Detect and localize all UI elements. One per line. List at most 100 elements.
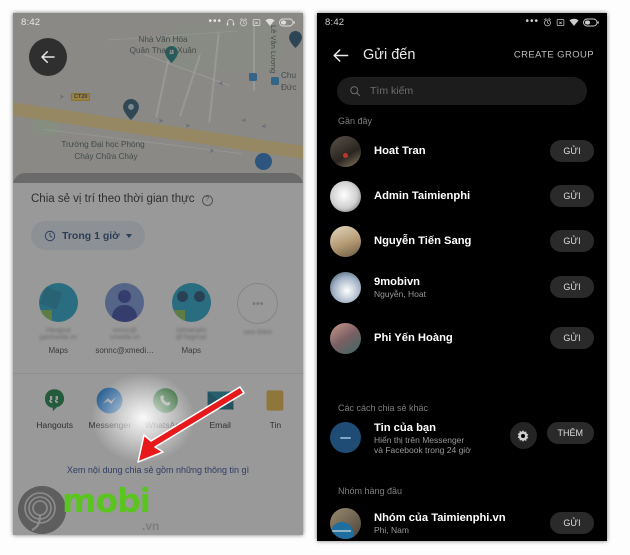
map-label: Lê Văn Lương xyxy=(269,25,278,74)
wifi-icon xyxy=(265,18,275,26)
back-arrow-icon xyxy=(332,48,348,62)
section-label-recent: Gần đây xyxy=(338,116,373,126)
share-target-name: Maps xyxy=(181,346,202,355)
share-app-email[interactable]: Email xyxy=(193,378,248,448)
send-button[interactable]: GỬI xyxy=(550,140,594,162)
poi-marker[interactable] xyxy=(271,77,279,85)
map-pin-icon[interactable] xyxy=(289,31,302,48)
map-label: Trường Đại học Phòng xyxy=(61,140,145,149)
contact-row[interactable]: Phi Yến Hoàng GỬI xyxy=(317,318,607,358)
contact-name: 9mobivn xyxy=(374,275,421,288)
map-label: Quận Thanh Xuân xyxy=(129,46,197,55)
duration-chip[interactable]: Trong 1 giờ xyxy=(31,221,145,250)
page-title: Gửi đến xyxy=(363,47,416,63)
avatar-hoat-tran xyxy=(330,135,361,167)
avatar-group-taimienphi xyxy=(330,507,361,539)
search-input[interactable]: Tìm kiếm xyxy=(337,77,587,105)
share-target-sub: taimienphi @Taigmail xyxy=(176,327,207,341)
section-label-top-groups: Nhóm hàng đầu xyxy=(338,486,403,496)
more-dots-icon: ••• xyxy=(237,283,279,324)
add-story-button[interactable]: THÊM xyxy=(546,422,594,444)
screenshot-icon xyxy=(556,18,565,26)
story-row[interactable]: Tin của bạn Hiển thị trên Messenger và F… xyxy=(317,418,607,466)
contact-name: Nguyễn Tiến Sang xyxy=(374,235,472,247)
map-back-button[interactable] xyxy=(29,38,67,76)
status-time: 8:42 xyxy=(325,16,345,28)
sheet-divider xyxy=(13,373,303,374)
send-button[interactable]: GỬI xyxy=(550,185,594,207)
left-status-bar: 8:42 ••• xyxy=(13,13,303,31)
share-target[interactable]: sonnc@ xmedia.vn sonnc@xmedi… xyxy=(92,283,159,368)
share-app-label: Tin xyxy=(269,420,282,430)
headset-icon xyxy=(226,18,235,25)
share-target[interactable]: Hangout ganmedia.vn Maps xyxy=(25,283,92,368)
right-phone-screen: 8:42 ••• Gửi đến CREATE GROUP Tìm kiếm G… xyxy=(317,13,607,541)
contact-name: Hoat Tran xyxy=(374,145,426,157)
contact-row[interactable]: Admin Taimienphi GỬI xyxy=(317,176,607,216)
share-app-messages[interactable]: Tin xyxy=(248,378,303,448)
screenshot-icon xyxy=(252,18,261,26)
send-button[interactable]: GỬI xyxy=(550,276,594,298)
search-icon xyxy=(350,86,360,96)
contact-subtitle: Nguyễn, Hoat xyxy=(374,288,426,299)
maps-group-icon xyxy=(171,283,211,322)
send-button[interactable]: GỬI xyxy=(550,327,594,349)
share-target[interactable]: taimienphi @Taigmail Maps xyxy=(158,283,225,368)
alarm-icon xyxy=(544,17,551,26)
help-icon[interactable]: ? xyxy=(201,195,213,206)
hangouts-icon xyxy=(45,389,65,412)
send-button[interactable]: GỬI xyxy=(550,230,594,252)
watermark-suffix: .vn xyxy=(142,519,160,533)
person-contact-icon xyxy=(105,283,145,322)
email-icon xyxy=(206,391,234,410)
map-label: Nhà Văn Hóa xyxy=(138,35,188,44)
right-status-bar: 8:42 ••• xyxy=(317,13,607,31)
share-target-name: Maps xyxy=(48,346,69,355)
battery-icon xyxy=(279,18,295,26)
share-target-sub: sonnc@ xmedia.vn xyxy=(109,327,140,341)
contact-row[interactable]: 9mobivn Nguyễn, Hoat GỬI xyxy=(317,266,607,308)
story-subtitle: Hiển thị trên Messenger và Facebook tron… xyxy=(374,435,471,455)
share-target-sub: xem thêm xyxy=(243,329,273,336)
contact-row[interactable]: Hoat Tran GỬI xyxy=(317,131,607,171)
wifi-icon xyxy=(569,18,579,26)
story-title: Tin của bạn xyxy=(374,422,436,434)
avatar-nguyen-tien-sang xyxy=(330,225,361,257)
sheet-title: Chia sẻ vị trí theo thời gian thực ? xyxy=(31,193,213,206)
map-poi-circle[interactable] xyxy=(255,153,272,170)
group-row[interactable]: Nhóm của Taimienphi.vn Phi, Nam GỬI xyxy=(317,502,607,541)
battery-icon xyxy=(583,18,599,26)
back-arrow-icon xyxy=(41,51,55,63)
sheet-title-text: Chia sẻ vị trí theo thời gian thực xyxy=(31,193,195,205)
chevron-down-icon xyxy=(125,233,132,238)
send-button[interactable]: GỬI xyxy=(550,512,594,534)
group-name: Nhóm của Taimienphi.vn xyxy=(374,511,506,524)
search-placeholder: Tìm kiếm xyxy=(370,85,414,97)
share-info-link[interactable]: Xem nội dung chia sẻ gồm những thông tin… xyxy=(13,465,303,475)
status-time: 8:42 xyxy=(21,16,41,28)
section-label-other-ways: Các cách chia sẻ khác xyxy=(338,403,429,413)
poi-marker[interactable] xyxy=(249,73,257,81)
avatar-your-story xyxy=(330,422,361,453)
messages-icon xyxy=(266,390,284,411)
share-target-more[interactable]: ••• xem thêm xyxy=(225,283,292,368)
duration-chip-label: Trong 1 giờ xyxy=(62,229,120,242)
contact-name: Phi Yến Hoàng xyxy=(374,332,453,344)
avatar-admin-taimienphi xyxy=(330,180,361,212)
more-dots-icon: ••• xyxy=(208,16,222,27)
share-app-hangouts[interactable]: Hangouts xyxy=(27,378,82,448)
story-settings-button[interactable] xyxy=(509,422,537,449)
header-back-button[interactable] xyxy=(317,46,363,65)
map-canvas[interactable]: CT20 ➤ ➤ ➤ ➤ ➤ ➤ ➤ Nhà Văn Hóa Quận Than… xyxy=(13,13,303,183)
map-pin-icon[interactable] xyxy=(123,99,139,120)
clock-icon xyxy=(44,230,56,241)
create-group-button[interactable]: CREATE GROUP xyxy=(514,50,594,61)
road-badge: CT20 xyxy=(71,93,91,101)
contact-row[interactable]: Nguyễn Tiến Sang GỬI xyxy=(317,221,607,261)
share-target-name: sonnc@xmedi… xyxy=(95,346,155,355)
share-app-label: Email xyxy=(209,420,231,430)
group-subtitle: Phi, Nam xyxy=(374,524,409,535)
share-target-grid: Hangout ganmedia.vn Maps sonnc@ xmedia.v… xyxy=(13,283,303,368)
left-phone-screen: CT20 ➤ ➤ ➤ ➤ ➤ ➤ ➤ Nhà Văn Hóa Quận Than… xyxy=(13,13,303,535)
watermark-text: mobi xyxy=(62,481,151,520)
